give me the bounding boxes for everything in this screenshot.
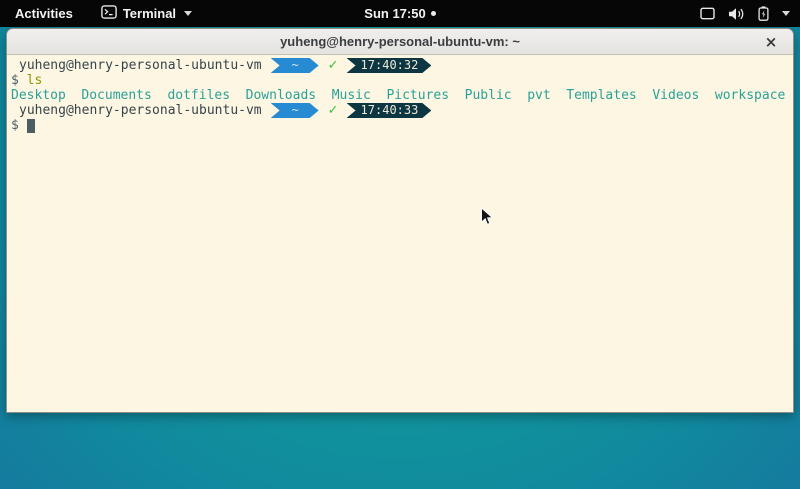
chevron-down-icon xyxy=(184,11,192,16)
text-cursor xyxy=(27,119,35,133)
directory-name: Videos xyxy=(652,88,699,103)
activities-button[interactable]: Activities xyxy=(11,6,77,21)
directory-name: Desktop xyxy=(11,88,66,103)
clock-label: Sun 17:50 xyxy=(364,6,425,21)
user-host: yuheng@henry-personal-ubuntu-vm xyxy=(19,58,262,73)
system-tray[interactable] xyxy=(700,0,790,27)
desktop: { "topbar": { "activities_label": "Activ… xyxy=(0,0,800,489)
directory-name: Music xyxy=(332,88,371,103)
display-icon xyxy=(700,7,715,20)
prompt-symbol: $ xyxy=(11,73,19,88)
directory-name: Documents xyxy=(81,88,151,103)
directory-name: dotfiles xyxy=(167,88,230,103)
volume-icon xyxy=(728,7,745,21)
close-button[interactable]: × xyxy=(762,33,780,51)
prompt-line: yuheng@henry-personal-ubuntu-vm ~ ✓ 17:4… xyxy=(11,58,791,73)
app-menu-label: Terminal xyxy=(123,6,176,21)
prompt-symbol: $ xyxy=(11,118,19,133)
chevron-down-icon xyxy=(782,11,790,16)
status-check-icon: ✓ xyxy=(328,58,339,73)
cwd-badge: ~ xyxy=(271,103,319,118)
terminal-content[interactable]: yuheng@henry-personal-ubuntu-vm ~ ✓ 17:4… xyxy=(7,55,793,412)
window-title: yuheng@henry-personal-ubuntu-vm: ~ xyxy=(280,34,520,49)
directory-name: workspace xyxy=(715,88,785,103)
directory-name: Public xyxy=(465,88,512,103)
terminal-window: yuheng@henry-personal-ubuntu-vm: ~ × yuh… xyxy=(6,28,794,413)
directory-name: Templates xyxy=(566,88,636,103)
directory-name: Pictures xyxy=(386,88,449,103)
command-text: ls xyxy=(27,73,43,88)
command-line: $ ls xyxy=(11,73,791,88)
status-check-icon: ✓ xyxy=(328,103,339,118)
top-bar-left: Activities Terminal xyxy=(0,5,192,22)
app-menu-terminal[interactable]: Terminal xyxy=(101,5,192,22)
user-host: yuheng@henry-personal-ubuntu-vm xyxy=(19,103,262,118)
cwd-badge: ~ xyxy=(271,58,319,73)
battery-charging-icon xyxy=(758,6,769,21)
time-badge: 17:40:33 xyxy=(347,103,432,118)
window-titlebar[interactable]: yuheng@henry-personal-ubuntu-vm: ~ × xyxy=(7,29,793,55)
prompt-line: yuheng@henry-personal-ubuntu-vm ~ ✓ 17:4… xyxy=(11,103,791,118)
terminal-app-icon xyxy=(101,5,117,22)
notification-dot xyxy=(431,11,436,16)
directory-listing: Desktop Documents dotfiles Downloads Music Pi… xyxy=(11,88,791,103)
time-badge: 17:40:32 xyxy=(347,58,432,73)
directory-name: pvt xyxy=(527,88,550,103)
input-line[interactable]: $ xyxy=(11,118,791,133)
top-bar: Activities Terminal Sun 17:50 xyxy=(0,0,800,27)
directory-name: Downloads xyxy=(246,88,316,103)
